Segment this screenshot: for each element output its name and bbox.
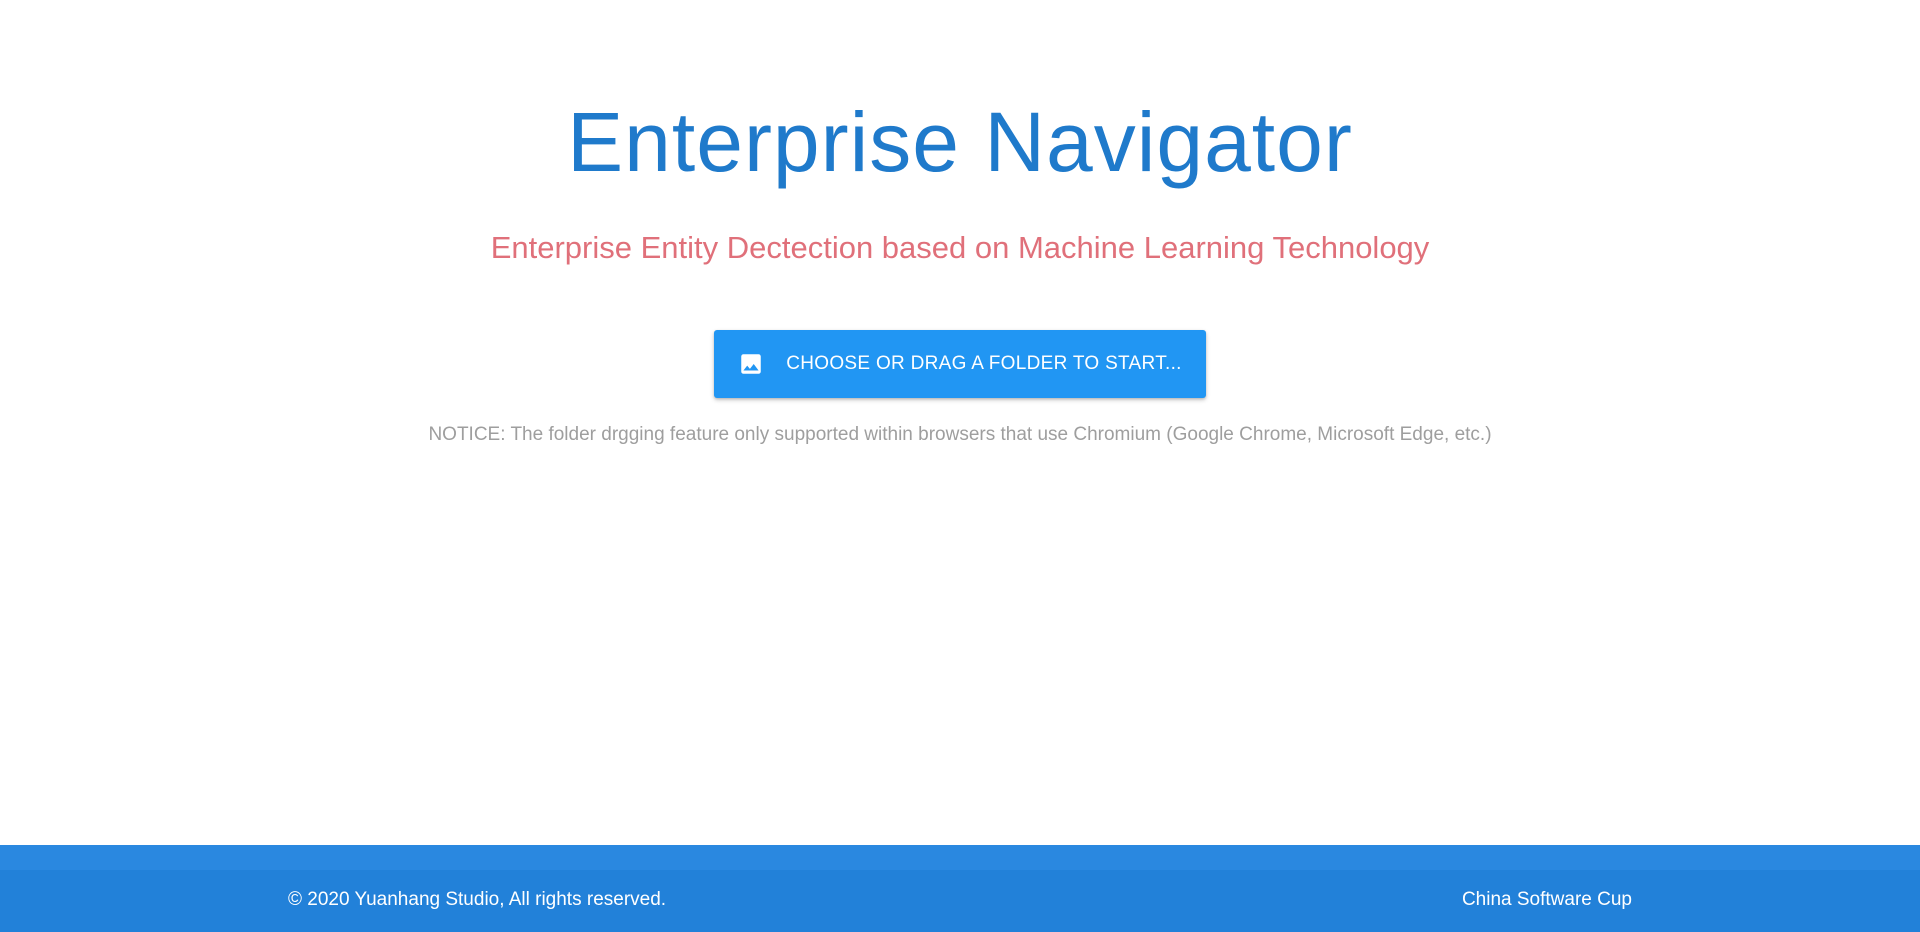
footer-copyright: © 2020 Yuanhang Studio, All rights reser…	[288, 889, 667, 910]
page: Enterprise Navigator Enterprise Entity D…	[0, 0, 1920, 932]
browser-notice: NOTICE: The folder drgging feature only …	[428, 424, 1492, 445]
image-icon	[741, 354, 761, 374]
page-title: Enterprise Navigator	[567, 95, 1353, 189]
choose-folder-button[interactable]: CHOOSE OR DRAG A FOLDER TO START...	[714, 330, 1206, 398]
main-content: Enterprise Navigator Enterprise Entity D…	[0, 0, 1920, 845]
footer-top-band	[0, 845, 1920, 870]
choose-folder-label: CHOOSE OR DRAG A FOLDER TO START...	[786, 353, 1182, 374]
china-software-cup-link[interactable]: China Software Cup	[1462, 887, 1632, 913]
footer: © 2020 Yuanhang Studio, All rights reser…	[0, 845, 1920, 932]
page-subtitle: Enterprise Entity Dectection based on Ma…	[490, 230, 1430, 265]
